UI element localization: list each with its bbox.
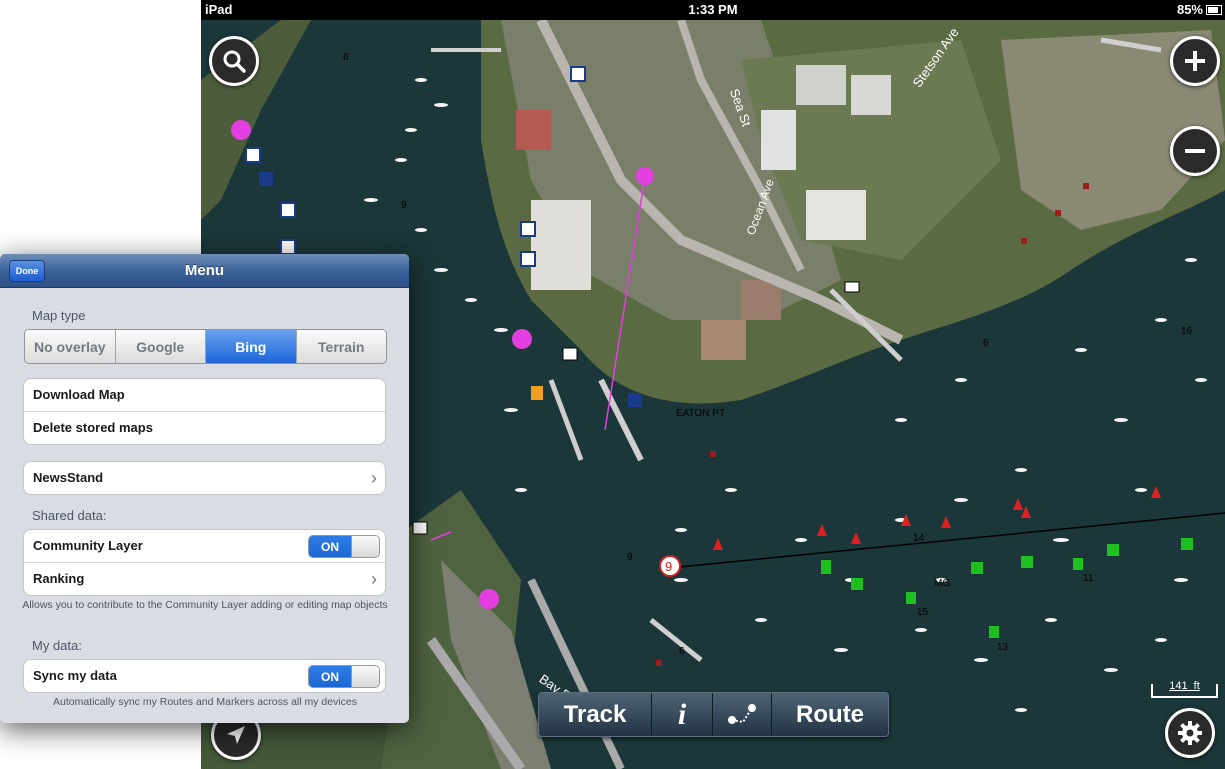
map-type-google[interactable]: Google xyxy=(115,330,206,363)
download-map-label: Download Map xyxy=(33,387,125,402)
gear-icon xyxy=(1178,721,1202,745)
shared-data-label: Shared data: xyxy=(32,508,107,523)
battery-percent: 85% xyxy=(1176,2,1203,17)
zoom-out-button[interactable] xyxy=(1170,126,1220,176)
depth-label: 11 xyxy=(1083,573,1094,584)
depth-label: 6 xyxy=(679,646,685,657)
map-type-bing[interactable]: Bing xyxy=(206,330,297,363)
ranking-row[interactable]: Ranking › xyxy=(24,563,385,595)
community-layer-row: Community Layer ON xyxy=(24,530,385,563)
chevron-right-icon: › xyxy=(371,569,377,589)
status-bar: iPad 1:33 PM 85% xyxy=(201,0,1225,20)
toggle-on-label: ON xyxy=(309,536,351,557)
delete-maps-label: Delete stored maps xyxy=(33,420,153,435)
menu-navbar: Done Menu xyxy=(0,254,409,288)
newsstand-group: NewsStand › xyxy=(23,461,386,495)
community-layer-toggle[interactable]: ON xyxy=(308,535,380,558)
label-eaton-pt: EATON PT xyxy=(676,408,726,419)
my-data-label: My data: xyxy=(32,638,82,653)
map-storage-group: Download Map Delete stored maps xyxy=(23,378,386,445)
sync-footnote: Automatically sync my Routes and Markers… xyxy=(52,696,358,708)
route-button[interactable]: Route xyxy=(772,693,888,736)
status-time: 1:33 PM xyxy=(688,2,738,17)
community-footnote: Allows you to contribute to the Communit… xyxy=(22,599,388,611)
track-button[interactable]: Track xyxy=(539,693,652,736)
depth-label: 6 xyxy=(343,52,349,63)
toggle-knob xyxy=(351,536,379,557)
route-points-button[interactable] xyxy=(713,693,772,736)
bottom-toolbar: Track i Route xyxy=(538,692,889,737)
menu-title: Menu xyxy=(184,262,225,279)
location-arrow-icon xyxy=(227,726,245,744)
depth-label: 16 xyxy=(1181,326,1193,337)
search-button[interactable] xyxy=(209,36,259,86)
settings-button[interactable] xyxy=(1165,708,1215,758)
route-points-icon xyxy=(728,703,756,724)
scale-bar: 141 ft xyxy=(1151,680,1218,698)
newsstand-row[interactable]: NewsStand › xyxy=(24,462,385,494)
chevron-right-icon: › xyxy=(371,468,377,488)
sync-label: Sync my data xyxy=(33,668,117,683)
toggle-knob xyxy=(351,666,379,687)
zoom-in-button[interactable] xyxy=(1170,36,1220,86)
depth-label: 14 xyxy=(913,533,925,544)
scale-label: 141 ft xyxy=(1169,680,1200,692)
info-button[interactable]: i xyxy=(652,693,713,736)
sync-row: Sync my data ON xyxy=(24,660,385,692)
newsstand-label: NewsStand xyxy=(33,470,104,485)
search-icon xyxy=(223,50,246,73)
route-waypoint-number[interactable]: 9 xyxy=(665,559,672,574)
depth-label: 9 xyxy=(627,552,633,563)
ranking-label: Ranking xyxy=(33,571,85,586)
map-type-label: Map type xyxy=(32,308,86,323)
label-mg: MG xyxy=(934,578,951,589)
depth-label: 13 xyxy=(997,642,1009,653)
shared-data-group: Community Layer ON Ranking › xyxy=(23,529,386,596)
minus-icon xyxy=(1185,149,1205,153)
map-type-no-overlay[interactable]: No overlay xyxy=(25,330,116,363)
download-map-row[interactable]: Download Map xyxy=(24,379,385,412)
community-layer-label: Community Layer xyxy=(33,538,143,553)
depth-label: 9 xyxy=(401,200,407,211)
my-data-group: Sync my data ON xyxy=(23,659,386,693)
plus-icon xyxy=(1185,51,1205,71)
toggle-on-label: ON xyxy=(309,666,351,687)
depth-label: 15 xyxy=(917,607,929,618)
sync-toggle[interactable]: ON xyxy=(308,665,380,688)
delete-maps-row[interactable]: Delete stored maps xyxy=(24,412,385,444)
menu-popover: Done Menu Map type No overlay Google Bin… xyxy=(0,254,409,723)
battery-icon xyxy=(1206,5,1222,15)
map-type-terrain[interactable]: Terrain xyxy=(296,330,386,363)
depth-label: 6 xyxy=(983,338,989,349)
map-type-segmented-control: No overlay Google Bing Terrain xyxy=(24,329,387,364)
